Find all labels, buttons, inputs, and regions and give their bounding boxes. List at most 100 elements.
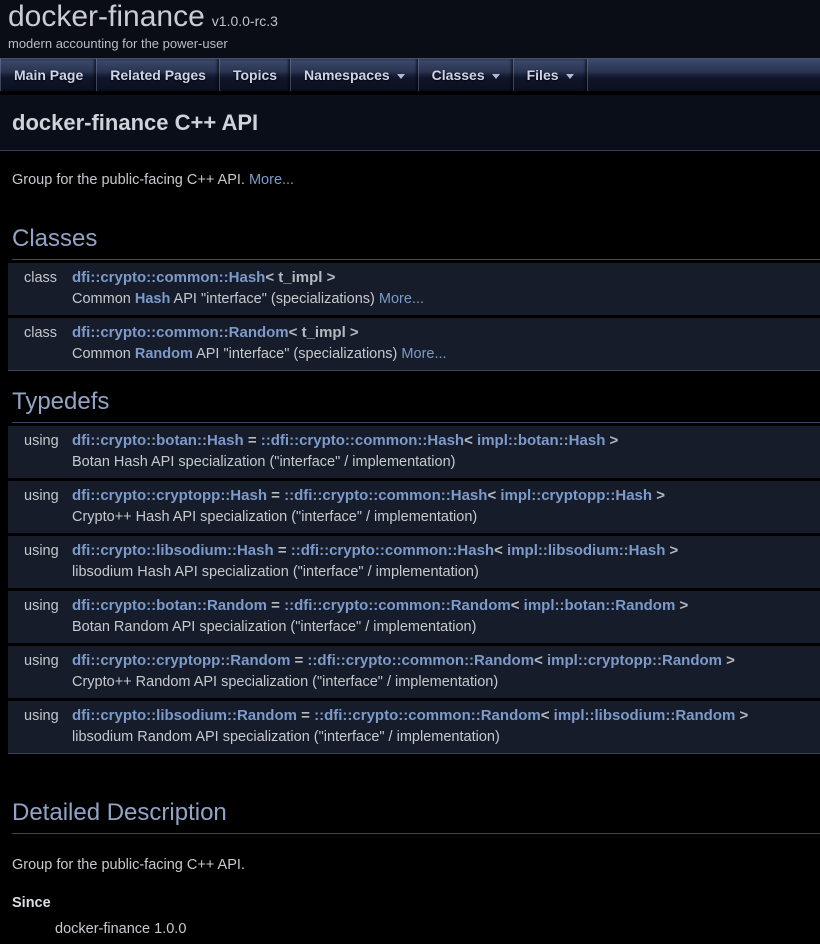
symbol-link[interactable]: ::dfi::crypto::common::Random (314, 707, 541, 724)
symbol-link[interactable]: impl::botan::Hash (477, 432, 605, 449)
plain-text: < (487, 487, 500, 504)
member-description-line: Botan Random API specialization ("interf… (8, 616, 820, 639)
plain-text: Botan Hash API specialization ("interfac… (72, 454, 455, 470)
more-link[interactable]: More... (401, 346, 446, 362)
symbol-link[interactable]: impl::cryptopp::Hash (500, 487, 652, 504)
symbol-link[interactable]: Random (135, 346, 193, 362)
member-declaration: dfi::crypto::libsodium::Random = ::dfi::… (72, 706, 820, 726)
plain-text: > (722, 652, 735, 669)
member-declaration-line: class dfi::crypto::common::Random< t_imp… (8, 321, 820, 343)
member-description-line: Common Random API "interface" (specializ… (8, 343, 820, 366)
plain-text: Common (72, 291, 135, 307)
plain-text: Botan Random API specialization ("interf… (72, 619, 476, 635)
symbol-link[interactable]: impl::libsodium::Hash (507, 542, 665, 559)
project-header: docker-finance v1.0.0-rc.3 modern accoun… (0, 0, 820, 58)
symbol-link[interactable]: dfi::crypto::libsodium::Hash (72, 542, 274, 559)
section-heading-detailed-description: Detailed Description (12, 799, 820, 834)
main-nav: Main Page Related Pages Topics Namespace… (0, 58, 820, 91)
symbol-link[interactable]: dfi::crypto::common::Hash (72, 269, 265, 286)
symbol-link[interactable]: dfi::crypto::botan::Hash (72, 432, 244, 449)
member-description-spacer (8, 343, 72, 366)
page-title: docker-finance C++ API (12, 110, 808, 136)
symbol-link[interactable]: impl::libsodium::Random (554, 707, 736, 724)
plain-text: > (605, 432, 618, 449)
member-keyword: using (8, 486, 72, 506)
nav-tab-main-page[interactable]: Main Page (0, 59, 96, 91)
project-brief: modern accounting for the power-user (8, 36, 820, 51)
plain-text: < t_impl > (289, 324, 359, 341)
plain-text: < (464, 432, 477, 449)
member-declaration: dfi::crypto::common::Hash< t_impl > (72, 268, 820, 288)
member-row: using dfi::crypto::botan::Hash = ::dfi::… (8, 426, 820, 478)
member-description-line: libsodium Random API specialization ("in… (8, 726, 820, 749)
member-keyword: class (8, 323, 72, 343)
nav-tab-classes[interactable]: Classes (418, 59, 513, 91)
symbol-link[interactable]: impl::cryptopp::Random (547, 652, 722, 669)
symbol-link[interactable]: ::dfi::crypto::common::Hash (291, 542, 494, 559)
typedefs-table: using dfi::crypto::botan::Hash = ::dfi::… (8, 426, 820, 754)
member-declaration-line: using dfi::crypto::cryptopp::Hash = ::df… (8, 484, 820, 506)
plain-text: < t_impl > (265, 269, 335, 286)
nav-tab-namespaces[interactable]: Namespaces (290, 59, 418, 91)
plain-text: > (735, 707, 748, 724)
member-declaration: dfi::crypto::common::Random< t_impl > (72, 323, 820, 343)
symbol-link[interactable]: Hash (135, 291, 170, 307)
since-value: docker-finance 1.0.0 (55, 919, 808, 940)
member-description-line: Crypto++ Random API specialization ("int… (8, 671, 820, 694)
member-description-spacer (8, 506, 72, 529)
nav-tab-label: Main Page (14, 67, 83, 83)
member-declaration-line: using dfi::crypto::libsodium::Hash = ::d… (8, 539, 820, 561)
symbol-link[interactable]: dfi::crypto::cryptopp::Random (72, 652, 290, 669)
plain-text: libsodium Hash API specialization ("inte… (72, 564, 479, 580)
more-link[interactable]: More... (249, 172, 294, 188)
member-row: using dfi::crypto::cryptopp::Hash = ::df… (8, 481, 820, 533)
chevron-down-icon (492, 74, 500, 79)
plain-text: < (494, 542, 507, 559)
plain-text: Crypto++ Random API specialization ("int… (72, 674, 498, 690)
member-description-line: libsodium Hash API specialization ("inte… (8, 561, 820, 584)
member-declaration: dfi::crypto::botan::Hash = ::dfi::crypto… (72, 431, 820, 451)
chevron-down-icon (566, 74, 574, 79)
project-name: docker-finance (8, 1, 205, 33)
plain-text: < (511, 597, 524, 614)
nav-tab-files[interactable]: Files (513, 59, 588, 91)
member-description-spacer (8, 288, 72, 311)
member-row: using dfi::crypto::libsodium::Random = :… (8, 701, 820, 753)
symbol-link[interactable]: ::dfi::crypto::common::Hash (261, 432, 464, 449)
nav-tab-label: Classes (432, 67, 485, 83)
symbol-link[interactable]: dfi::crypto::cryptopp::Hash (72, 487, 267, 504)
detailed-description-text: Group for the public-facing C++ API. (12, 855, 808, 876)
contents: Group for the public-facing C++ API. Mor… (0, 170, 820, 944)
member-keyword: class (8, 268, 72, 288)
section-heading-classes: Classes (12, 225, 820, 260)
plain-text: = (274, 542, 291, 559)
member-description-spacer (8, 561, 72, 584)
member-description: Common Hash API "interface" (specializat… (72, 288, 820, 311)
symbol-link[interactable]: ::dfi::crypto::common::Random (307, 652, 534, 669)
member-description-line: Crypto++ Hash API specialization ("inter… (8, 506, 820, 529)
member-row: using dfi::crypto::botan::Random = ::dfi… (8, 591, 820, 643)
since-block: Since docker-finance 1.0.0 (12, 893, 808, 940)
project-version: v1.0.0-rc.3 (212, 13, 278, 29)
member-row: class dfi::crypto::common::Random< t_imp… (8, 318, 820, 370)
member-declaration: dfi::crypto::libsodium::Hash = ::dfi::cr… (72, 541, 820, 561)
member-description-spacer (8, 616, 72, 639)
nav-tab-related-pages[interactable]: Related Pages (96, 59, 219, 91)
symbol-link[interactable]: ::dfi::crypto::common::Random (284, 597, 511, 614)
more-link[interactable]: More... (379, 291, 424, 307)
nav-tab-label: Files (527, 67, 559, 83)
plain-text: > (675, 597, 688, 614)
symbol-link[interactable]: ::dfi::crypto::common::Hash (284, 487, 487, 504)
member-description: libsodium Random API specialization ("in… (72, 726, 820, 749)
symbol-link[interactable]: dfi::crypto::common::Random (72, 324, 289, 341)
symbol-link[interactable]: impl::botan::Random (524, 597, 676, 614)
symbol-link[interactable]: dfi::crypto::botan::Random (72, 597, 267, 614)
member-description: Botan Random API specialization ("interf… (72, 616, 820, 639)
symbol-link[interactable]: dfi::crypto::libsodium::Random (72, 707, 297, 724)
nav-tab-label: Namespaces (304, 67, 390, 83)
chevron-down-icon (397, 74, 405, 79)
member-declaration: dfi::crypto::cryptopp::Hash = ::dfi::cry… (72, 486, 820, 506)
member-keyword: using (8, 596, 72, 616)
plain-text: = (297, 707, 314, 724)
nav-tab-topics[interactable]: Topics (219, 59, 290, 91)
